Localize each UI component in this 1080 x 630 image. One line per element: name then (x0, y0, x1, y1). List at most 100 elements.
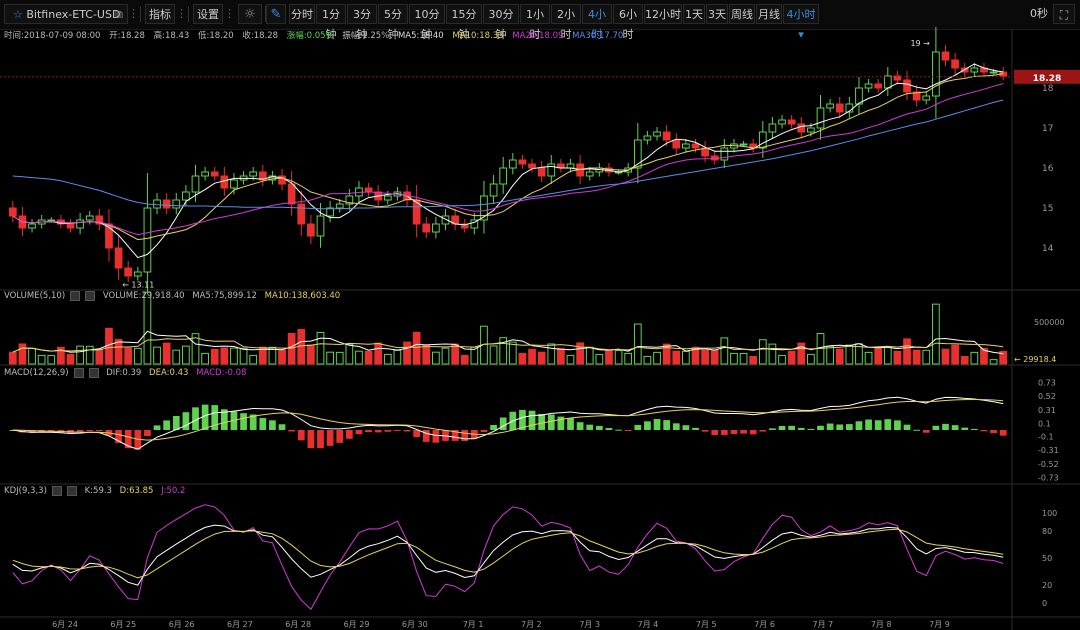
macd-tick: -0.52 (1038, 460, 1059, 469)
chart-area[interactable]: 18.28181716151419 →← 13.11500000← 29918.… (0, 0, 1080, 630)
timeframe-7-button[interactable]: 30分钟 (483, 4, 519, 41)
volume-bar (364, 350, 373, 365)
candle (893, 75, 902, 81)
gear-icon[interactable] (73, 367, 84, 378)
timeframe-dropdown[interactable]: 4小时▾ (783, 4, 819, 41)
macd-bar (509, 411, 517, 430)
kdj-j: J:50.2 (161, 486, 186, 496)
candle (210, 171, 219, 177)
info-amplitude: 振幅:1.25% (342, 31, 390, 41)
candle (749, 143, 758, 149)
ohlc-info-bar: 时间:2018-07-09 08:00 开:18.28 高:18.43 低:18… (0, 29, 1010, 43)
timeframe-4-button[interactable]: 5分钟 (378, 4, 408, 41)
candle (903, 79, 911, 93)
volume-bar (47, 355, 56, 365)
external-link-icon[interactable]: ⧉ (115, 5, 123, 25)
volume-bar (951, 344, 959, 365)
settings-menu-icon[interactable]: ⋮ (224, 4, 235, 24)
macd-bar (153, 425, 161, 430)
macd-panel-header: MACD(12,26,9) DIF:0.39 DEA:0.43 MACD:-0.… (4, 367, 251, 379)
volume-bar (826, 345, 834, 365)
candle (951, 59, 959, 69)
gear-icon[interactable] (70, 290, 81, 301)
timeframe-15-button[interactable]: 周线 (729, 4, 755, 24)
timeframe-12-button[interactable]: 12小时 (644, 4, 682, 24)
timeframe-11-button[interactable]: 6小时 (613, 4, 643, 41)
macd-bar (38, 430, 46, 433)
volume-ma5: MA5:75,899.12 (192, 291, 257, 301)
timeframe-10-button[interactable]: 4小时 (582, 4, 612, 41)
candle (316, 215, 325, 237)
x-axis-label: 6月 24 (52, 620, 78, 629)
candle (720, 147, 729, 161)
volume-bar (278, 349, 286, 365)
macd-bar (374, 430, 382, 433)
symbol-menu-icon[interactable]: ⋮ (128, 4, 139, 24)
timeframe-2-button[interactable]: 1分钟 (316, 4, 346, 41)
volume-bar (903, 338, 911, 365)
timeframe-3-button[interactable]: 3分钟 (347, 4, 377, 41)
volume-bar (316, 331, 325, 365)
volume-bar (114, 339, 123, 365)
macd-bar (269, 420, 276, 430)
macd-bar (220, 409, 228, 430)
candle (470, 219, 479, 229)
timeframe-13-button[interactable]: 1天 (683, 4, 705, 24)
volume-bar (653, 351, 661, 365)
candle (835, 103, 844, 113)
volume-bar (643, 355, 652, 365)
candle (739, 143, 748, 146)
candle (85, 215, 94, 221)
indicators-menu-icon[interactable]: ⋮ (176, 4, 187, 24)
candle (133, 271, 142, 277)
timeframe-1-button[interactable]: 分时 (289, 4, 315, 24)
gear-icon[interactable] (51, 485, 62, 496)
candle (999, 71, 1008, 77)
timeframe-9-button[interactable]: 2小时 (551, 4, 581, 41)
volume-bar (489, 345, 498, 365)
volume-bar (768, 343, 777, 365)
macd-bar (682, 425, 690, 430)
volume-bar (258, 346, 267, 365)
timeframe-8-button[interactable]: 1小时 (520, 4, 550, 41)
fullscreen-icon[interactable]: ⛶ (1053, 4, 1075, 24)
candle (489, 183, 498, 197)
settings-button[interactable]: 设置 (193, 4, 223, 24)
kdj-j-line (12, 504, 1004, 611)
candle (105, 223, 113, 249)
macd-bar (865, 419, 872, 430)
volume-bar (37, 354, 46, 365)
volume-bar (412, 331, 421, 365)
symbol-selector[interactable]: ☆ Bitfinex-ETC-USD ⧉ (4, 4, 128, 24)
close-icon[interactable] (85, 290, 96, 301)
theme-sun-icon[interactable]: ☼ (238, 4, 262, 24)
indicators-button[interactable]: 指标 (145, 4, 175, 24)
macd-bar (9, 430, 17, 431)
kdj-d-line (12, 528, 1004, 579)
macd-bar (240, 413, 247, 430)
macd-bar (288, 430, 296, 432)
candle (528, 163, 536, 169)
draw-pencil-icon[interactable]: ✎ (266, 4, 286, 24)
x-axis-label: 7月 2 (521, 620, 542, 629)
last-price-label: 18.28 (1033, 74, 1061, 84)
timeframe-5-button[interactable]: 10分钟 (409, 4, 445, 41)
info-time: 时间:2018-07-09 08:00 (4, 31, 101, 41)
axes-layer: 18.28181716151419 →← 13.11500000← 29918.… (0, 39, 1080, 629)
candle (826, 103, 834, 109)
candle (672, 139, 681, 149)
volume-bar (470, 346, 479, 365)
timeframe-14-button[interactable]: 3天 (706, 4, 728, 24)
close-icon[interactable] (66, 485, 77, 496)
timeframe-16-button[interactable]: 月线 (756, 4, 782, 24)
macd-bar (249, 414, 257, 430)
close-icon[interactable] (88, 367, 99, 378)
timeframe-6-button[interactable]: 15分钟 (446, 4, 482, 41)
candle (403, 191, 411, 201)
volume-bar (220, 347, 229, 365)
star-icon[interactable]: ☆ (13, 8, 23, 21)
candle (518, 159, 527, 165)
macd-bar (413, 430, 421, 438)
macd-tick: -0.73 (1038, 473, 1059, 482)
volume-bar (383, 353, 392, 365)
